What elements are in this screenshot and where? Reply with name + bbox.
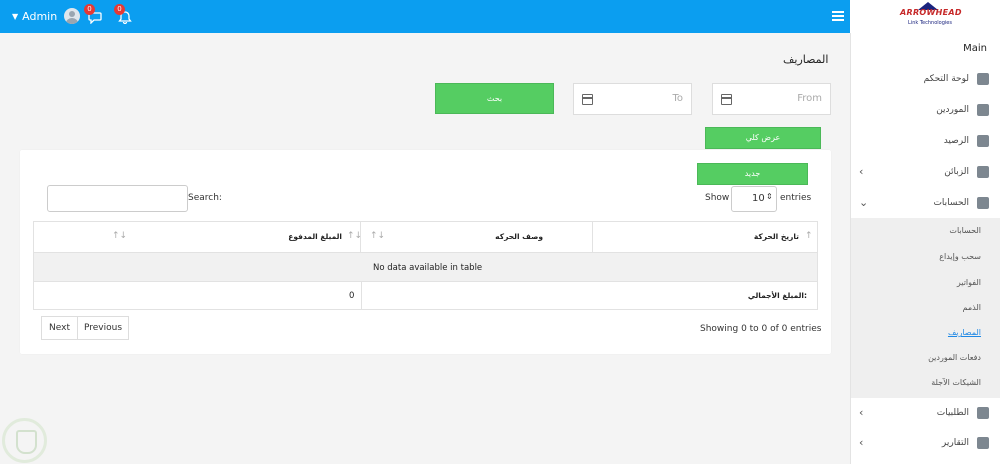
submenu-item-expenses[interactable]: المصاريف bbox=[948, 328, 981, 337]
sort-icon: ↑↓ bbox=[347, 231, 363, 241]
messages-badge: 0 bbox=[84, 4, 95, 15]
next-button[interactable]: Next bbox=[41, 316, 78, 340]
entries-label: entries bbox=[780, 193, 812, 203]
messages-button[interactable]: 0 bbox=[84, 4, 102, 25]
from-date-input[interactable]: From bbox=[712, 83, 831, 115]
suppliers-icon bbox=[977, 104, 989, 116]
table-footer-row: 0 المبلغ الأجمالي: bbox=[34, 282, 817, 310]
expenses-table: ↑ تاريخ الحركة ↑↓ وصف الحركه ↑↓ ↑↓ المبل… bbox=[33, 221, 818, 310]
from-placeholder: From bbox=[797, 93, 822, 104]
search-button[interactable]: بحث bbox=[435, 83, 554, 114]
empty-table-message: No data available in table bbox=[373, 263, 483, 273]
to-placeholder: To bbox=[672, 93, 683, 104]
sidebar-item-customers[interactable]: ‹ الزبائن bbox=[851, 164, 1000, 184]
accounts-submenu: الحسابات سحب وإيداع الفواتير الذمم المصا… bbox=[851, 218, 1000, 398]
sidebar-item-label: الموردين bbox=[936, 105, 969, 115]
calendar-icon bbox=[721, 94, 732, 105]
sidebar-item-balance[interactable]: الرصيد bbox=[851, 133, 1000, 153]
dashboard-icon bbox=[977, 73, 989, 85]
flag-icon bbox=[977, 437, 989, 449]
sidebar-item-label: الزبائن bbox=[944, 167, 969, 177]
previous-button[interactable]: Previous bbox=[77, 316, 129, 340]
submenu-item-receivables[interactable]: الذمم bbox=[963, 303, 981, 312]
sidebar-item-label: الحسابات bbox=[933, 198, 969, 208]
sort-icon: ↑↓ bbox=[112, 231, 128, 241]
sidebar-item-accounts[interactable]: ⌄ الحسابات bbox=[851, 195, 1000, 215]
menu-toggle-icon[interactable] bbox=[832, 11, 844, 21]
to-date-input[interactable]: To bbox=[573, 83, 692, 115]
show-label: Show bbox=[705, 193, 730, 203]
logo-subtitle: Link Technologies bbox=[908, 20, 952, 26]
sidebar-item-label: الرصيد bbox=[943, 136, 969, 146]
sidebar-item-dashboard[interactable]: لوحة التحكم bbox=[851, 71, 1000, 91]
sort-arrows-icon: ⇕ bbox=[766, 192, 773, 201]
column-header-description[interactable]: ↑↓ وصف الحركه bbox=[361, 222, 593, 252]
sidebar-section-title: Main bbox=[963, 43, 987, 54]
column-header-amount[interactable]: ↑↓ ↑↓ المبلغ المدفوع bbox=[34, 222, 363, 252]
sidebar-item-label: لوحة التحكم bbox=[923, 74, 969, 84]
search-label: Search: bbox=[188, 193, 222, 203]
notifications-badge: 0 bbox=[114, 4, 125, 15]
sidebar-item-reports[interactable]: ‹ التقارير bbox=[851, 435, 1000, 455]
submenu-item-deferred-cheques[interactable]: الشيكات الآجلة bbox=[931, 378, 981, 387]
pagination-info: Showing 0 to 0 of 0 entries bbox=[700, 324, 822, 334]
entries-value: 10 bbox=[752, 193, 765, 204]
chevron-down-icon: ⌄ bbox=[859, 196, 869, 209]
show-all-button[interactable]: عرض كلي bbox=[705, 127, 821, 149]
chevron-left-icon: ‹ bbox=[859, 165, 864, 178]
submenu-item-supplier-payments[interactable]: دفعات الموردين bbox=[928, 353, 981, 362]
page-title: المصاريف bbox=[783, 53, 829, 66]
user-name: Admin bbox=[22, 9, 58, 23]
sidebar: Main لوحة التحكم الموردين الرصيد ‹ الزبا… bbox=[850, 33, 1000, 464]
divider bbox=[361, 282, 362, 310]
notifications-button[interactable]: 0 bbox=[114, 4, 132, 25]
user-menu[interactable]: ▼ Admin bbox=[12, 8, 81, 24]
sidebar-item-label: الطلبيات bbox=[936, 408, 969, 418]
entries-select[interactable]: 10 ⇕ bbox=[731, 186, 777, 212]
avatar bbox=[64, 8, 81, 24]
building-icon bbox=[977, 135, 989, 147]
chevron-left-icon: ‹ bbox=[859, 436, 864, 449]
user-icon bbox=[977, 166, 989, 178]
new-button[interactable]: جديد bbox=[697, 163, 808, 185]
chevron-left-icon: ‹ bbox=[859, 406, 864, 419]
total-label: المبلغ الأجمالي: bbox=[747, 291, 807, 300]
submenu-item-withdraw-deposit[interactable]: سحب وإيداع bbox=[939, 252, 981, 261]
table-row: No data available in table bbox=[34, 252, 817, 282]
search-input[interactable] bbox=[47, 185, 188, 212]
watermark-logo bbox=[2, 418, 47, 463]
sidebar-item-orders[interactable]: ‹ الطلبيات bbox=[851, 405, 1000, 425]
total-value: 0 bbox=[349, 291, 355, 301]
calendar-icon bbox=[582, 94, 593, 105]
money-icon bbox=[977, 197, 989, 209]
sidebar-item-label: التقارير bbox=[941, 438, 969, 448]
sort-asc-icon: ↑ bbox=[805, 231, 813, 241]
logo: ARROWHEAD bbox=[900, 8, 962, 17]
submenu-item-invoices[interactable]: الفواتير bbox=[957, 278, 981, 287]
cube-icon bbox=[977, 407, 989, 419]
submenu-item-accounts[interactable]: الحسابات bbox=[949, 226, 981, 235]
caret-down-icon: ▼ bbox=[12, 11, 19, 21]
sort-icon: ↑↓ bbox=[370, 231, 386, 241]
column-header-date[interactable]: ↑ تاريخ الحركة bbox=[593, 222, 817, 252]
sidebar-item-suppliers[interactable]: الموردين bbox=[851, 102, 1000, 122]
